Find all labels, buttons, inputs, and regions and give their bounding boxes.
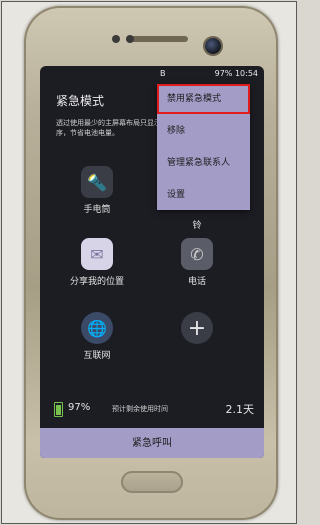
battery-percent: 97% [68, 402, 91, 413]
share-location-icon: ✉ [81, 238, 113, 270]
front-camera [205, 38, 221, 54]
globe-icon: 🌐 [81, 312, 113, 344]
app-label: 电话 [187, 277, 206, 287]
phone-screen: B 97% 10:54 紧急模式 透过使用最少的主屏幕布局只显示必要的应用程序，… [40, 66, 264, 458]
page-title: 紧急模式 [56, 94, 105, 108]
status-time: 10:54 [234, 69, 258, 78]
phone-icon: ✆ [181, 238, 213, 270]
emergency-call-button[interactable]: 紧急呼叫 [40, 428, 264, 458]
status-left-icons: B [160, 69, 166, 78]
app-label: 手电筒 [83, 205, 111, 215]
app-label: 铃 [192, 221, 202, 231]
app-flashlight[interactable]: 🔦 手电筒 [70, 166, 124, 215]
battery-icon [54, 402, 63, 417]
menu-item-disable-emergency-mode[interactable]: 禁用紧急模式 [157, 84, 250, 114]
status-bar: B 97% 10:54 [40, 66, 264, 82]
app-add[interactable]: + [170, 312, 224, 348]
app-share-location[interactable]: ✉ 分享我的位置 [70, 238, 124, 287]
battery-estimate-label: 预计剩余使用时间 [112, 405, 168, 413]
battery-info: 97% 预计剩余使用时间 2.1天 [54, 400, 254, 420]
add-icon: + [181, 312, 213, 344]
menu-item-remove[interactable]: 移除 [157, 116, 250, 146]
screenshot-frame: B 97% 10:54 紧急模式 透过使用最少的主屏幕布局只显示必要的应用程序，… [1, 1, 297, 524]
speaker-grille [126, 36, 188, 42]
menu-item-settings[interactable]: 设置 [157, 180, 250, 210]
app-phone[interactable]: ✆ 电话 [170, 238, 224, 287]
overflow-menu: 禁用紧急模式 移除 管理紧急联系人 设置 [157, 84, 250, 210]
home-button[interactable] [121, 471, 183, 493]
app-label: 互联网 [83, 351, 111, 361]
battery-status-text: 97% [214, 69, 233, 78]
sensor-dot [112, 35, 120, 43]
status-right: 97% 10:54 [215, 66, 258, 82]
sensor-dot [126, 35, 134, 43]
battery-days: 2.1天 [225, 403, 255, 416]
menu-item-manage-contacts[interactable]: 管理紧急联系人 [157, 148, 250, 178]
app-label: 分享我的位置 [70, 277, 125, 287]
flashlight-icon: 🔦 [81, 166, 113, 198]
app-internet[interactable]: 🌐 互联网 [70, 312, 124, 361]
